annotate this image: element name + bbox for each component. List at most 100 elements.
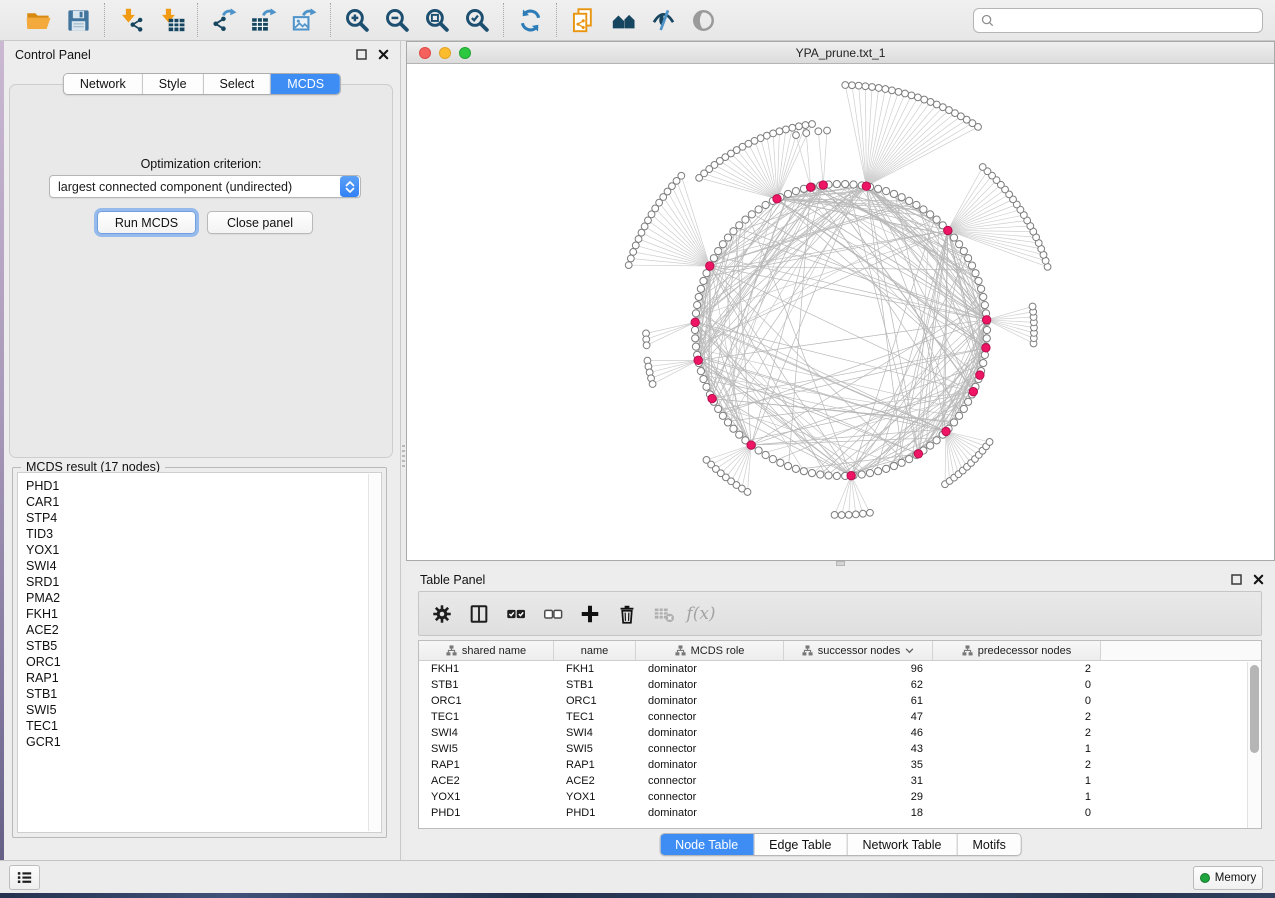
- network-node[interactable]: [972, 270, 979, 277]
- network-node[interactable]: [748, 211, 755, 218]
- mcds-hub-node[interactable]: [694, 356, 702, 364]
- zoom-selected-button[interactable]: [462, 5, 492, 35]
- mcds-hub-node[interactable]: [976, 371, 984, 379]
- mcds-hub-node[interactable]: [706, 262, 714, 270]
- result-node-item[interactable]: ORC1: [26, 654, 381, 670]
- result-node-item[interactable]: FKH1: [26, 606, 381, 622]
- network-node[interactable]: [755, 447, 762, 454]
- column-header-predecessor-nodes[interactable]: predecessor nodes: [933, 641, 1101, 660]
- network-node[interactable]: [703, 383, 710, 390]
- close-panel-icon[interactable]: [1253, 574, 1264, 585]
- mcds-hub-node[interactable]: [942, 427, 950, 435]
- close-panel-icon[interactable]: [378, 49, 389, 60]
- network-node[interactable]: [700, 277, 707, 284]
- network-node[interactable]: [898, 194, 905, 201]
- close-window-button[interactable]: [419, 47, 431, 59]
- result-node-item[interactable]: CAR1: [26, 494, 381, 510]
- hide-selected-button[interactable]: [648, 5, 678, 35]
- network-node[interactable]: [875, 468, 882, 475]
- network-node[interactable]: [632, 242, 639, 249]
- mcds-hub-node[interactable]: [847, 471, 855, 479]
- network-window-titlebar[interactable]: YPA_prune.txt_1: [407, 42, 1274, 64]
- tab-style[interactable]: Style: [142, 74, 203, 94]
- network-node[interactable]: [908, 92, 915, 99]
- column-header-successor-nodes[interactable]: successor nodes: [784, 641, 933, 660]
- network-node[interactable]: [914, 94, 921, 101]
- network-node[interactable]: [692, 335, 699, 342]
- network-node[interactable]: [882, 86, 889, 93]
- deselect-all-button[interactable]: [538, 599, 568, 629]
- table-row[interactable]: SWI5SWI5connector431: [419, 741, 1261, 757]
- network-node[interactable]: [643, 342, 650, 349]
- network-node[interactable]: [956, 412, 963, 419]
- network-node[interactable]: [627, 255, 634, 262]
- network-node[interactable]: [744, 489, 751, 496]
- network-node[interactable]: [869, 84, 876, 91]
- network-node[interactable]: [920, 206, 927, 213]
- network-node[interactable]: [824, 127, 831, 134]
- network-node[interactable]: [913, 201, 920, 208]
- network-node[interactable]: [635, 236, 642, 243]
- add-column-button[interactable]: [575, 599, 605, 629]
- network-node[interactable]: [921, 96, 928, 103]
- network-node[interactable]: [703, 270, 710, 277]
- show-columns-button[interactable]: [464, 599, 494, 629]
- network-node[interactable]: [692, 343, 699, 350]
- network-node[interactable]: [762, 201, 769, 208]
- network-node[interactable]: [906, 197, 913, 204]
- mcds-hub-node[interactable]: [708, 394, 716, 402]
- save-session-button[interactable]: [63, 5, 93, 35]
- network-node[interactable]: [983, 326, 990, 333]
- result-node-item[interactable]: GCR1: [26, 734, 381, 750]
- import-network-button[interactable]: [116, 5, 146, 35]
- network-node[interactable]: [694, 302, 701, 309]
- mcds-hub-node[interactable]: [944, 226, 952, 234]
- network-node[interactable]: [719, 241, 726, 248]
- criterion-dropdown[interactable]: largest connected component (undirected): [49, 175, 361, 198]
- memory-button[interactable]: Memory: [1193, 866, 1263, 890]
- network-node[interactable]: [697, 368, 704, 375]
- mcds-hub-node[interactable]: [747, 441, 755, 449]
- result-node-item[interactable]: YOX1: [26, 542, 381, 558]
- network-node[interactable]: [983, 335, 990, 342]
- network-node[interactable]: [968, 262, 975, 269]
- task-history-button[interactable]: [9, 865, 40, 890]
- network-node[interactable]: [630, 248, 637, 255]
- mcds-hub-node[interactable]: [914, 450, 922, 458]
- network-node[interactable]: [833, 472, 840, 479]
- network-node[interactable]: [755, 206, 762, 213]
- network-node[interactable]: [719, 412, 726, 419]
- network-node[interactable]: [641, 223, 648, 230]
- network-node[interactable]: [898, 459, 905, 466]
- network-node[interactable]: [883, 188, 890, 195]
- network-node[interactable]: [980, 293, 987, 300]
- network-node[interactable]: [724, 419, 731, 426]
- mcds-hub-node[interactable]: [819, 181, 827, 189]
- network-node[interactable]: [852, 511, 859, 518]
- network-node[interactable]: [715, 405, 722, 412]
- mcds-hub-node[interactable]: [982, 344, 990, 352]
- table-row[interactable]: SWI4SWI4dominator462: [419, 725, 1261, 741]
- delete-columns-button[interactable]: [612, 599, 642, 629]
- tab-mcds[interactable]: MCDS: [270, 74, 340, 94]
- network-node[interactable]: [730, 425, 737, 432]
- table-row[interactable]: RAP1RAP1dominator352: [419, 757, 1261, 773]
- network-node[interactable]: [817, 471, 824, 478]
- result-node-item[interactable]: RAP1: [26, 670, 381, 686]
- result-node-item[interactable]: SWI5: [26, 702, 381, 718]
- network-node[interactable]: [889, 87, 896, 94]
- network-node[interactable]: [875, 85, 882, 92]
- tab-network[interactable]: Network: [64, 74, 142, 94]
- network-node[interactable]: [777, 459, 784, 466]
- network-node[interactable]: [742, 216, 749, 223]
- network-node[interactable]: [950, 234, 957, 241]
- network-node[interactable]: [980, 359, 987, 366]
- network-node[interactable]: [795, 123, 802, 130]
- result-scrollbar-track[interactable]: [368, 474, 380, 831]
- network-node[interactable]: [792, 188, 799, 195]
- network-node[interactable]: [960, 405, 967, 412]
- network-node[interactable]: [784, 190, 791, 197]
- network-node[interactable]: [845, 511, 852, 518]
- network-node[interactable]: [842, 82, 849, 89]
- result-node-item[interactable]: ACE2: [26, 622, 381, 638]
